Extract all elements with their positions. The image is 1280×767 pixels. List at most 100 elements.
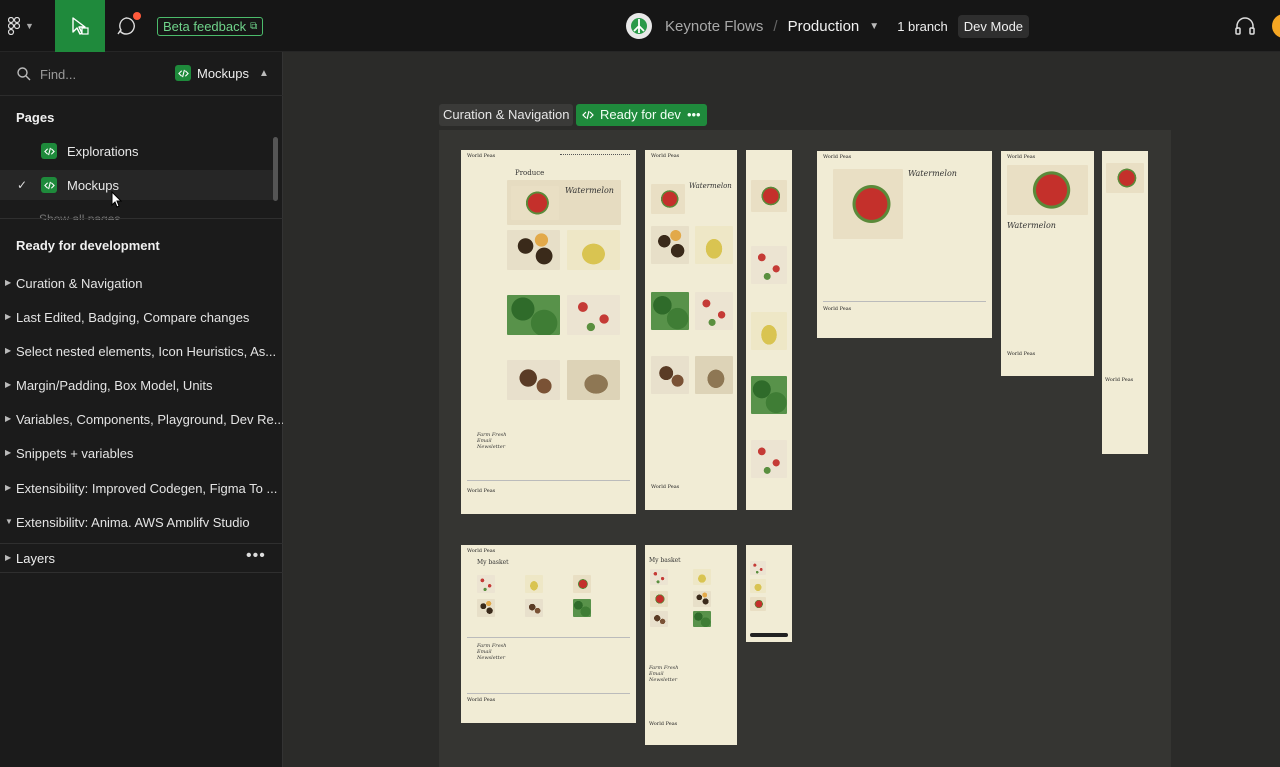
mock-brand: World Peas <box>467 153 496 159</box>
mock-footer-brand: World Peas <box>823 306 852 312</box>
mock-divider <box>823 301 986 302</box>
mock-brand: World Peas <box>1007 154 1036 160</box>
design-canvas[interactable]: Curation & Navigation Ready for dev ••• … <box>284 52 1280 767</box>
caret-right-icon: ▶ <box>5 414 12 423</box>
page-item-mockups[interactable]: ✓ Mockups <box>0 170 275 200</box>
check-icon: ✓ <box>17 178 28 192</box>
left-sidebar: Mockups ▲ Pages Explorations ✓ Mockups S… <box>0 52 283 767</box>
beta-feedback-button[interactable]: Beta feedback ⧉ <box>157 17 264 36</box>
page-selector-dropdown[interactable]: Mockups ▲ <box>175 65 269 81</box>
mock-image <box>750 597 766 611</box>
produce-tablet-frame[interactable]: World Peas Watermelon World Peas <box>645 150 737 510</box>
pages-heading: Pages <box>16 110 55 125</box>
product-tablet-frame[interactable]: World Peas Watermelon World Peas <box>1001 151 1094 376</box>
section-item[interactable]: ▶ Snippets + variables <box>0 444 283 464</box>
mock-basket-title: My basket <box>649 557 681 564</box>
mock-image <box>751 376 787 414</box>
mock-image <box>1106 163 1144 193</box>
mock-image <box>751 246 787 284</box>
mock-image <box>651 226 689 264</box>
section-item[interactable]: ▶ Variables, Components, Playground, Dev … <box>0 410 283 430</box>
section-item-label: Snippets + variables <box>16 446 134 461</box>
mock-image <box>511 186 559 220</box>
section-item-label: Margin/Padding, Box Model, Units <box>16 378 213 393</box>
section-item-label: Extensibility: Anima, AWS Amplify Studio <box>16 515 250 527</box>
branch-count[interactable]: 1 branch <box>897 19 948 34</box>
section-item-label: Last Edited, Badging, Compare changes <box>16 310 250 325</box>
project-name[interactable]: Keynote Flows <box>665 18 763 35</box>
mock-image <box>525 599 543 617</box>
basket-desktop-frame[interactable]: World Peas My basket Farm Fresh Email Ne… <box>461 545 636 723</box>
caret-right-icon: ▶ <box>5 448 12 457</box>
basket-tablet-frame[interactable]: My basket Farm Fresh Email Newsletter Wo… <box>645 545 737 745</box>
search-icon <box>17 67 31 81</box>
divider <box>0 218 283 219</box>
mock-image <box>650 569 668 585</box>
find-row: Mockups ▲ <box>0 52 283 96</box>
mock-image <box>573 599 591 617</box>
mock-button <box>750 633 788 637</box>
product-desktop-frame[interactable]: World Peas Watermelon World Peas <box>817 151 992 338</box>
mock-image <box>477 599 495 617</box>
section-name-tag[interactable]: Curation & Navigation <box>439 104 574 126</box>
breadcrumb-separator: / <box>773 17 778 35</box>
main-menu-button[interactable]: ▼ <box>8 14 48 38</box>
mock-divider <box>467 480 630 481</box>
mock-image <box>1007 165 1088 215</box>
dev-mode-logo-icon <box>626 13 652 39</box>
mouse-cursor-icon <box>111 191 123 208</box>
caret-right-icon: ▶ <box>5 483 12 492</box>
find-input[interactable] <box>40 64 160 84</box>
headphones-icon[interactable] <box>1234 16 1256 36</box>
user-avatar[interactable] <box>1272 14 1280 38</box>
beta-feedback-label: Beta feedback <box>163 19 247 34</box>
produce-desktop-frame[interactable]: World Peas Produce Watermelon Farm Fresh… <box>461 150 636 514</box>
file-name[interactable]: Production <box>788 18 860 35</box>
mock-image <box>751 312 787 350</box>
code-icon <box>582 110 594 120</box>
section-item[interactable]: ▶ Curation & Navigation <box>0 274 283 294</box>
mock-image <box>567 360 620 400</box>
ready-for-dev-tag[interactable]: Ready for dev ••• <box>576 104 707 126</box>
mock-image <box>651 356 689 394</box>
mock-image <box>695 226 733 264</box>
comment-button[interactable] <box>115 12 141 37</box>
mock-image <box>573 575 591 593</box>
mock-image <box>651 184 685 214</box>
basket-mobile-frame[interactable] <box>746 545 792 642</box>
caret-right-icon: ▶ <box>5 346 12 355</box>
product-mobile-frame[interactable]: World Peas <box>1102 151 1148 454</box>
mock-brand: World Peas <box>467 548 496 554</box>
mock-divider <box>467 693 630 694</box>
section-item[interactable]: ▶ Select nested elements, Icon Heuristics… <box>0 342 283 362</box>
chevron-up-icon: ▲ <box>259 67 269 79</box>
more-options-icon[interactable]: ••• <box>687 104 701 126</box>
page-item-label: Explorations <box>67 144 139 159</box>
ready-for-development-heading: Ready for development <box>16 238 160 253</box>
more-options-icon[interactable]: ••• <box>246 547 266 565</box>
mock-newsletter: Farm Fresh Email Newsletter <box>477 643 507 661</box>
dev-mode-badge[interactable]: Dev Mode <box>957 14 1030 38</box>
move-tool-button[interactable] <box>55 0 105 52</box>
section-item[interactable]: ▶ Margin/Padding, Box Model, Units <box>0 376 283 396</box>
mock-product-title: Watermelon <box>1007 221 1056 230</box>
notification-dot <box>133 12 141 20</box>
pages-scrollbar[interactable] <box>273 137 278 201</box>
mock-image <box>567 230 620 270</box>
section-item[interactable]: ▶ Last Edited, Badging, Compare changes <box>0 308 283 328</box>
produce-mobile-frame[interactable] <box>746 150 792 510</box>
chevron-down-icon: ▼ <box>25 21 34 31</box>
section-item[interactable]: ▼ Extensibility: Anima, AWS Amplify Studi… <box>0 513 283 527</box>
chevron-down-icon[interactable]: ▼ <box>869 21 879 32</box>
mock-image <box>651 292 689 330</box>
mock-image <box>693 591 711 607</box>
section-item-label: Curation & Navigation <box>16 276 143 291</box>
layers-label: Layers <box>16 551 56 566</box>
layers-panel-header[interactable]: ▶ Layers ••• <box>0 543 283 573</box>
page-item-explorations[interactable]: Explorations <box>0 136 275 166</box>
section-item[interactable]: ▶ Extensibility: Improved Codegen, Figma … <box>0 479 283 499</box>
mock-image <box>507 295 560 335</box>
mock-image <box>695 356 733 394</box>
mock-footer-brand: World Peas <box>651 484 680 490</box>
ready-for-dev-label: Ready for dev <box>600 107 681 122</box>
